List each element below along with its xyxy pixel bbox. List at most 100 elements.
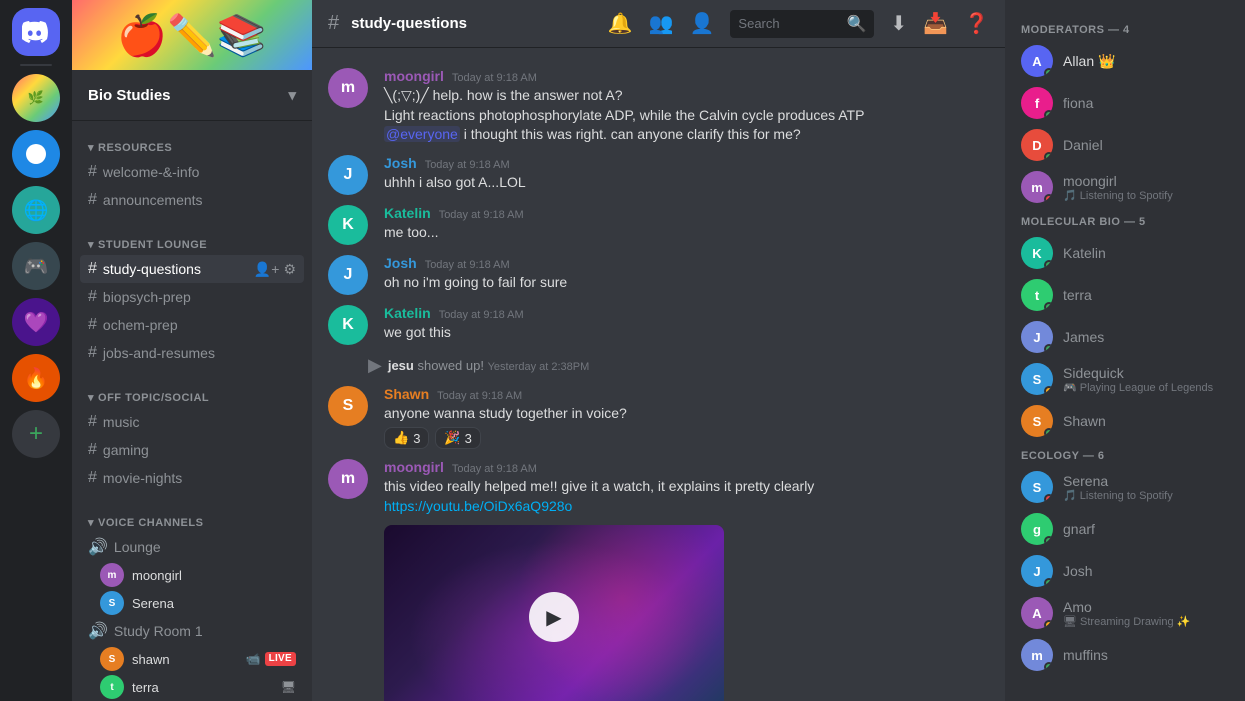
student-lounge-section: ▾ STUDENT LOUNGE # study-questions 👤+ ⚙ …	[72, 218, 312, 371]
collapse-icon: ▾	[88, 238, 94, 251]
server-icon-3[interactable]: 🌐	[12, 186, 60, 234]
discord-home-icon[interactable]	[12, 8, 60, 56]
message-author[interactable]: Shawn	[384, 386, 429, 402]
message-author[interactable]: Katelin	[384, 205, 431, 221]
member-name: Katelin	[1063, 245, 1229, 261]
inbox-icon[interactable]: 📥	[923, 11, 948, 36]
avatar: K	[328, 305, 368, 345]
avatar: K	[328, 205, 368, 245]
member-allan[interactable]: A Allan 👑	[1013, 40, 1237, 82]
members-icon[interactable]: 👥	[649, 11, 674, 36]
member-terra[interactable]: t terra	[1013, 274, 1237, 316]
message-author[interactable]: Josh	[384, 155, 417, 171]
search-box[interactable]: 🔍	[730, 10, 874, 38]
message-author[interactable]: Josh	[384, 255, 417, 271]
reaction-party[interactable]: 🎉 3	[435, 427, 480, 449]
video-link[interactable]: https://youtu.be/OiDx6aQ928o	[384, 498, 572, 514]
member-josh[interactable]: J Josh	[1013, 550, 1237, 592]
member-shawn[interactable]: S Shawn	[1013, 400, 1237, 442]
status-dot	[1044, 152, 1053, 161]
voice-channel-lounge[interactable]: 🔊 Lounge	[80, 533, 304, 561]
message-author[interactable]: moongirl	[384, 459, 444, 475]
avatar: m	[328, 68, 368, 108]
channel-music[interactable]: # music	[80, 408, 304, 436]
system-message: ▶ jesu showed up! Yesterday at 2:38PM	[312, 351, 1005, 380]
voice-user-terra[interactable]: t terra 🖥	[80, 673, 304, 701]
section-resources[interactable]: ▾ RESOURCES	[80, 137, 304, 158]
message-time: Today at 9:18 AM	[425, 159, 510, 171]
section-student-lounge[interactable]: ▾ STUDENT LOUNGE	[80, 234, 304, 255]
search-input[interactable]	[738, 16, 838, 31]
channel-ochem-prep[interactable]: # ochem-prep	[80, 311, 304, 339]
off-topic-section: ▾ OFF TOPIC/SOCIAL # music # gaming # mo…	[72, 371, 312, 496]
profile-icon[interactable]: 👤	[690, 11, 715, 36]
voice-user-shawn[interactable]: S shawn 📹 LIVE	[80, 645, 304, 673]
member-daniel[interactable]: D Daniel	[1013, 124, 1237, 166]
message-author[interactable]: Katelin	[384, 305, 431, 321]
section-off-topic[interactable]: ▾ OFF TOPIC/SOCIAL	[80, 387, 304, 408]
play-button[interactable]: ▶	[529, 592, 579, 642]
resources-section: ▾ RESOURCES # welcome-&-info # announcem…	[72, 121, 312, 218]
video-thumbnail[interactable]: ▶	[384, 525, 724, 701]
collapse-icon: ▾	[88, 516, 94, 529]
speaker-icon: 🔊	[88, 537, 108, 557]
member-james[interactable]: J James	[1013, 316, 1237, 358]
member-fiona[interactable]: f fiona	[1013, 82, 1237, 124]
server-icon-5[interactable]: 💜	[12, 298, 60, 346]
chevron-down-icon: ▾	[288, 86, 296, 104]
member-muffins[interactable]: m muffins	[1013, 634, 1237, 676]
voice-channel-study-room-1[interactable]: 🔊 Study Room 1	[80, 617, 304, 645]
member-katelin[interactable]: K Katelin	[1013, 232, 1237, 274]
voice-user-serena[interactable]: S Serena	[80, 589, 304, 617]
server-header[interactable]: Bio Studies ▾	[72, 70, 312, 121]
channel-jobs-and-resumes[interactable]: # jobs-and-resumes	[80, 339, 304, 367]
member-moongirl[interactable]: m moongirl 🎵 Listening to Spotify	[1013, 166, 1237, 208]
server-icon-4[interactable]: 🎮	[12, 242, 60, 290]
channel-announcements[interactable]: # announcements	[80, 186, 304, 214]
member-name: Josh	[1063, 563, 1229, 579]
avatar: A	[1021, 597, 1053, 629]
bell-icon[interactable]: 🔔	[608, 11, 633, 36]
server-icon-2[interactable]	[12, 130, 60, 178]
hash-icon: #	[88, 260, 97, 278]
message-content: Shawn Today at 9:18 AM anyone wanna stud…	[384, 386, 989, 450]
help-icon[interactable]: ❓	[964, 11, 989, 36]
avatar: g	[1021, 513, 1053, 545]
voice-user-moongirl[interactable]: m moongirl	[80, 561, 304, 589]
reaction-thumbsup[interactable]: 👍 3	[384, 427, 429, 449]
channel-biopsych-prep[interactable]: # biopsych-prep	[80, 283, 304, 311]
member-sidequick[interactable]: S Sidequick 🎮 Playing League of Legends	[1013, 358, 1237, 400]
settings-icon[interactable]: ⚙	[283, 261, 296, 278]
hash-icon: #	[88, 441, 97, 459]
message-time: Today at 9:18 AM	[452, 463, 537, 475]
channel-gaming[interactable]: # gaming	[80, 436, 304, 464]
search-icon: 🔍	[847, 14, 867, 34]
section-moderators: MODERATORS — 4	[1013, 16, 1237, 40]
avatar: J	[328, 255, 368, 295]
member-gnarf[interactable]: g gnarf	[1013, 508, 1237, 550]
avatar: m	[100, 563, 124, 587]
download-icon[interactable]: ⬇	[890, 11, 907, 36]
channel-sidebar: 🍎✏️📚 Bio Studies ▾ ▾ RESOURCES # welcome…	[72, 0, 312, 701]
server-icon-bio-studies[interactable]: 🌿	[12, 74, 60, 122]
message-group: J Josh Today at 9:18 AM oh no i'm going …	[312, 251, 1005, 299]
message-author[interactable]: moongirl	[384, 68, 444, 84]
server-icon-6[interactable]: 🔥	[12, 354, 60, 402]
add-member-icon[interactable]: 👤+	[254, 261, 280, 278]
member-name: terra	[1063, 287, 1229, 303]
channel-welcome[interactable]: # welcome-&-info	[80, 158, 304, 186]
add-server-button[interactable]: +	[12, 410, 60, 458]
message-content: Katelin Today at 9:18 AM me too...	[384, 205, 989, 245]
hash-icon: #	[88, 316, 97, 334]
avatar: t	[1021, 279, 1053, 311]
channel-study-questions[interactable]: # study-questions 👤+ ⚙	[80, 255, 304, 283]
section-voice[interactable]: ▾ VOICE CHANNELS	[80, 512, 304, 533]
member-name: Serena	[1063, 473, 1229, 489]
channel-movie-nights[interactable]: # movie-nights	[80, 464, 304, 492]
message-content: moongirl Today at 9:18 AM this video rea…	[384, 459, 989, 701]
message-time: Today at 9:18 AM	[439, 209, 524, 221]
member-serena[interactable]: S Serena 🎵 Listening to Spotify	[1013, 466, 1237, 508]
message-time: Today at 9:18 AM	[439, 309, 524, 321]
status-dot	[1044, 194, 1053, 203]
member-amo[interactable]: A Amo 🖥 Streaming Drawing ✨	[1013, 592, 1237, 634]
